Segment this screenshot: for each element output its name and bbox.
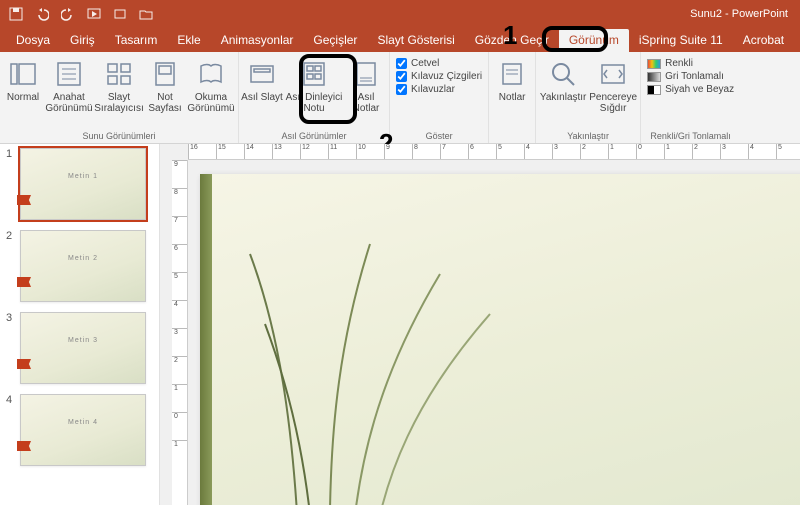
slide-thumbnail[interactable]: Metin 3 [20,312,146,384]
thumb-row[interactable]: 4 Metin 4 [6,394,153,466]
slide-sorter-button[interactable]: Slayt Sıralayıcısı [94,56,144,116]
notes-master-button[interactable]: Asıl Notlar [345,56,387,116]
thumb-number: 4 [6,394,16,466]
thumb-row[interactable]: 2 Metin 2 [6,230,153,302]
fit-window-label: Pencereye Sığdır [588,92,638,114]
outline-view-icon [53,58,85,90]
outline-view-label: Anahat Görünümü [44,92,94,114]
slide-edge-accent [200,174,212,505]
horizontal-ruler: 161514131211109876543210123456 [188,144,800,160]
quick-access-toolbar [0,6,154,22]
guides-checkbox[interactable]: Kılavuzlar [396,84,482,95]
ribbon-icon [17,359,31,369]
tab-ekle[interactable]: Ekle [167,29,210,52]
thumb-row[interactable]: 1 Metin 1 [6,148,153,220]
qat-folder-icon[interactable] [138,6,154,22]
tab-animasyonlar[interactable]: Animasyonlar [211,29,304,52]
group-label-presentation-views: Sunu Görünümleri [2,130,236,143]
thumb-number: 2 [6,230,16,302]
ribbon-icon [17,441,31,451]
grayscale-option[interactable]: Gri Tonlamalı [647,71,734,82]
tab-gorunum[interactable]: Görünüm [559,29,629,52]
undo-icon[interactable] [34,6,50,22]
save-icon[interactable] [8,6,24,22]
group-zoom: Yakınlaştır Pencereye Sığdır Yakınlaştır [536,52,641,143]
title-bar: Sunu2 - PowerPoint [0,0,800,28]
slide-editor: 161514131211109876543210123456 987654321… [160,144,800,505]
gridlines-checkbox[interactable]: Kılavuz Çizgileri [396,71,482,82]
ribbon: Normal Anahat Görünümü Slayt Sıralayıcıs… [0,52,800,144]
thumb-row[interactable]: 3 Metin 3 [6,312,153,384]
notes-master-label: Asıl Notlar [345,92,387,114]
tab-tasarim[interactable]: Tasarım [105,29,168,52]
workspace: 1 Metin 1 2 Metin 2 3 Metin 3 4 Metin 4 … [0,144,800,505]
thumb-number: 1 [6,148,16,220]
slide-master-button[interactable]: Asıl Slayt [241,56,283,116]
fit-window-icon [597,58,629,90]
slide-master-label: Asıl Slayt [241,92,283,103]
window-title: Sunu2 - PowerPoint [690,8,800,20]
slide-thumbnail[interactable]: Metin 4 [20,394,146,466]
normal-view-label: Normal [7,92,39,103]
group-label-zoom: Yakınlaştır [538,130,638,143]
zoom-label: Yakınlaştır [540,92,587,103]
slide-master-icon [246,58,278,90]
reading-view-button[interactable]: Okuma Görünümü [186,56,236,116]
start-slideshow-icon[interactable] [86,6,102,22]
handout-master-icon [298,58,330,90]
zoom-icon [547,58,579,90]
handout-master-button[interactable]: Asıl Dinleyici Notu [283,56,345,116]
notes-page-icon [149,58,181,90]
tab-gozden-gecir[interactable]: Gözden Geçir [465,29,559,52]
group-label-master-views: Asıl Görünümler [241,130,387,143]
notes-page-label: Not Sayfası [144,92,186,114]
slide-sorter-label: Slayt Sıralayıcısı [94,92,144,114]
group-master-views: Asıl Slayt Asıl Dinleyici Notu Asıl Notl… [239,52,390,143]
group-notes: Notlar [489,52,536,143]
normal-view-icon [7,58,39,90]
redo-icon[interactable] [60,6,76,22]
normal-view-button[interactable]: Normal [2,56,44,116]
fit-window-button[interactable]: Pencereye Sığdır [588,56,638,116]
qat-more-icon[interactable] [112,6,128,22]
reading-view-icon [195,58,227,90]
zoom-button[interactable]: Yakınlaştır [538,56,588,116]
tab-acrobat[interactable]: Acrobat [733,29,794,52]
slide-canvas-wrap[interactable]: Metin 1 [200,174,800,505]
tab-gecisler[interactable]: Geçişler [303,29,367,52]
notes-button[interactable]: Notlar [491,56,533,105]
ruler-checkbox[interactable]: Cetvel [396,58,482,69]
tab-giris[interactable]: Giriş [60,29,105,52]
notes-page-button[interactable]: Not Sayfası [144,56,186,116]
notes-icon [496,58,528,90]
slide-thumbnail[interactable]: Metin 1 [20,148,146,220]
grass-graphic [240,234,500,505]
tab-dosya[interactable]: Dosya [6,29,60,52]
reading-view-label: Okuma Görünümü [186,92,236,114]
slide-thumbnails-panel: 1 Metin 1 2 Metin 2 3 Metin 3 4 Metin 4 [0,144,160,505]
outline-view-button[interactable]: Anahat Görünümü [44,56,94,116]
tab-slayt-gosterisi[interactable]: Slayt Gösterisi [367,29,464,52]
notes-label: Notlar [499,92,526,103]
handout-master-label: Asıl Dinleyici Notu [283,92,345,114]
vertical-ruler: 98765432101 [172,160,188,505]
slide-sorter-icon [103,58,135,90]
slide-canvas[interactable]: Metin 1 [200,174,800,505]
group-label-show: Göster [392,130,486,143]
tab-ispring[interactable]: iSpring Suite 11 [629,29,733,52]
color-option[interactable]: Renkli [647,58,734,69]
group-label-color-gray: Renkli/Gri Tonlamalı [643,130,738,143]
menu-bar: Dosya Giriş Tasarım Ekle Animasyonlar Ge… [0,28,800,52]
notes-master-icon [350,58,382,90]
ribbon-icon [17,195,31,205]
bw-option[interactable]: Siyah ve Beyaz [647,84,734,95]
group-show: Cetvel Kılavuz Çizgileri Kılavuzlar Göst… [390,52,489,143]
group-color-gray: Renkli Gri Tonlamalı Siyah ve Beyaz Renk… [641,52,740,143]
ribbon-icon [17,277,31,287]
slide-thumbnail[interactable]: Metin 2 [20,230,146,302]
thumb-number: 3 [6,312,16,384]
group-presentation-views: Normal Anahat Görünümü Slayt Sıralayıcıs… [0,52,239,143]
